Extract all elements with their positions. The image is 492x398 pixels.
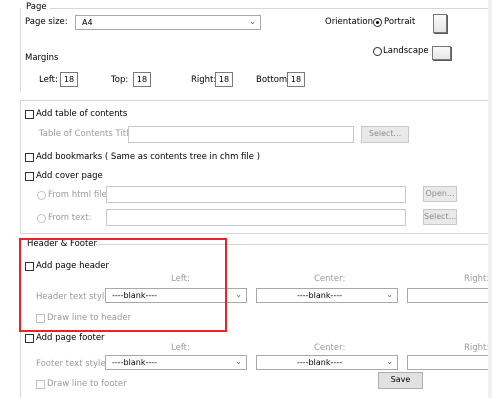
content-group-bottom-border (20, 233, 488, 234)
page-group-top-border (50, 8, 488, 9)
cover-html-radio[interactable] (37, 191, 46, 200)
cover-html-input[interactable] (106, 186, 406, 203)
orientation-label: Orientation: (325, 17, 376, 27)
chevron-down-icon: ⌄ (235, 357, 242, 366)
chevron-down-icon: ⌄ (386, 357, 393, 366)
footer-checkbox[interactable] (25, 334, 34, 343)
page-group-title: Page (26, 2, 47, 12)
header-right-label: Right: (464, 274, 490, 284)
margin-bottom-label: Bottom: (256, 75, 291, 85)
cover-html-label: From html file: (48, 190, 110, 200)
footer-center-select[interactable]: ----blank---- ⌄ (256, 355, 398, 370)
margin-right-input[interactable]: 18 (215, 72, 233, 87)
landscape-label[interactable]: Landscape (383, 46, 429, 56)
toc-checkbox[interactable] (25, 110, 34, 119)
portrait-page-icon (433, 14, 447, 33)
content-group-left-border (20, 100, 21, 234)
margin-top-input[interactable]: 18 (133, 72, 151, 87)
header-center-value: ----blank---- (297, 291, 342, 300)
footer-left-select[interactable]: ----blank---- ⌄ (105, 355, 247, 370)
footer-left-label: Left: (171, 343, 190, 353)
margins-title: Margins (25, 53, 59, 63)
toc-title-input[interactable] (128, 126, 354, 143)
footer-label[interactable]: Add page footer (36, 333, 105, 343)
margin-left-input[interactable]: 18 (60, 72, 78, 87)
bookmarks-label[interactable]: Add bookmarks ( Same as contents tree in… (36, 152, 260, 162)
bookmarks-checkbox[interactable] (25, 153, 34, 162)
toc-label[interactable]: Add table of contents (36, 109, 127, 119)
header-center-select[interactable]: ----blank---- ⌄ (256, 288, 398, 303)
cover-checkbox[interactable] (25, 172, 34, 181)
page-group-left-border (20, 8, 21, 92)
toc-title-label: Table of Contents Title (39, 129, 134, 139)
header-highlight-box (19, 238, 227, 332)
footer-style-label: Footer text style: (36, 359, 109, 369)
footer-center-value: ----blank---- (297, 358, 342, 367)
footer-right-label: Right: (464, 343, 490, 353)
footer-draw-line-label: Draw line to footer (47, 379, 127, 389)
portrait-label[interactable]: Portrait (384, 17, 415, 27)
scrollbar[interactable] (488, 0, 492, 398)
margin-right-label: Right: (191, 75, 217, 85)
save-button[interactable]: Save (378, 372, 423, 389)
header-center-label: Center: (314, 274, 346, 284)
landscape-radio[interactable] (373, 47, 382, 56)
footer-center-label: Center: (314, 343, 346, 353)
margin-bottom-input[interactable]: 18 (287, 72, 305, 87)
page-size-select[interactable]: A4 ⌄ (75, 15, 261, 30)
cover-select-button[interactable]: Select... (423, 209, 457, 225)
footer-right-select[interactable] (407, 355, 488, 370)
chevron-down-icon: ⌄ (249, 17, 256, 26)
chevron-down-icon: ⌄ (235, 290, 242, 299)
page-size-label: Page size: (25, 17, 68, 27)
footer-left-value: ----blank---- (112, 358, 157, 367)
footer-draw-line-checkbox[interactable] (36, 380, 45, 389)
margin-left-label: Left: (39, 75, 58, 85)
header-right-select[interactable] (407, 288, 488, 303)
cover-label[interactable]: Add cover page (36, 171, 103, 181)
cover-text-label: From text: (48, 213, 92, 223)
landscape-page-icon (432, 46, 451, 60)
cover-open-button[interactable]: Open... (423, 186, 457, 202)
margin-top-label: Top: (111, 75, 129, 85)
portrait-radio[interactable] (373, 18, 382, 27)
page-size-value: A4 (82, 18, 93, 27)
content-group-top-border (20, 100, 488, 101)
cover-text-radio[interactable] (37, 214, 46, 223)
toc-select-button[interactable]: Select... (361, 126, 409, 143)
cover-text-input[interactable] (106, 209, 406, 226)
chevron-down-icon: ⌄ (386, 290, 393, 299)
